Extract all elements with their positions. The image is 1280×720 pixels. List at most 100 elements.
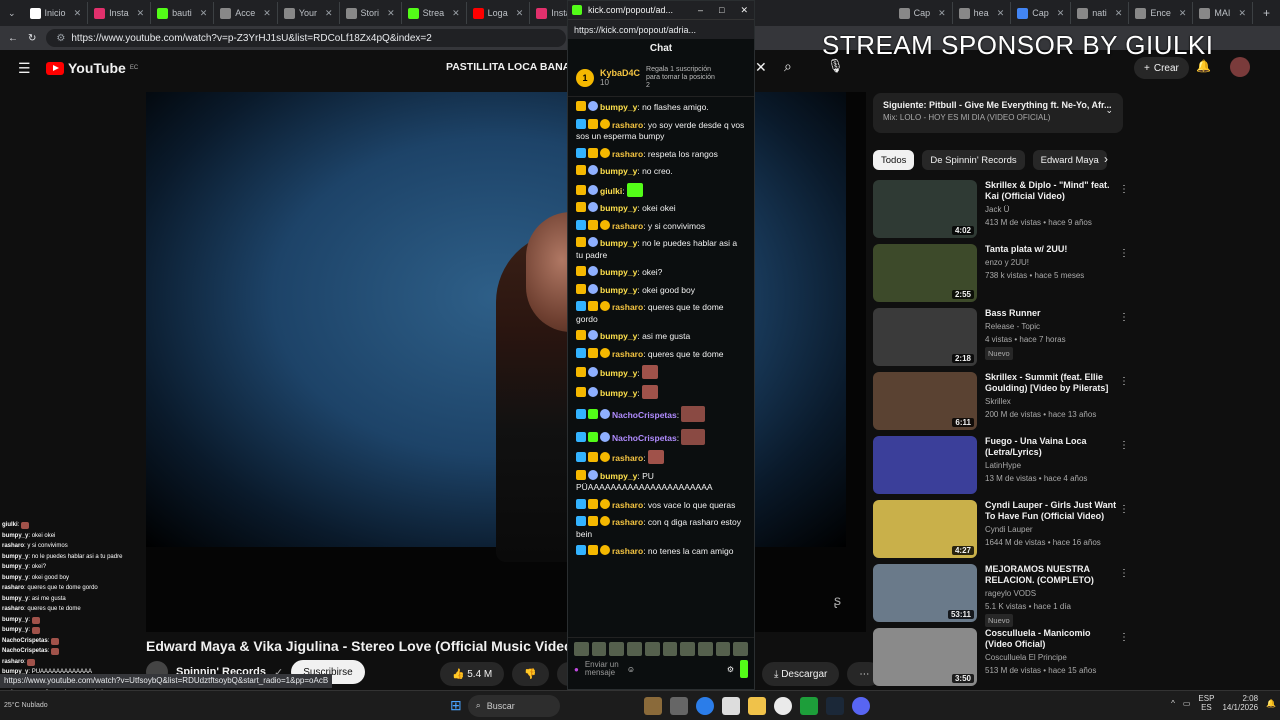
recommendation-item[interactable]: 6:11 Skrillex - Summit (feat. Ellie Gould…: [873, 372, 1133, 436]
tab-close-icon[interactable]: ✕: [137, 8, 145, 19]
emote-icon[interactable]: [733, 642, 749, 656]
more-options-icon[interactable]: ⋮: [1119, 504, 1129, 515]
chat-username[interactable]: bumpy_y: [600, 203, 637, 213]
tab-close-icon[interactable]: ✕: [1238, 8, 1246, 19]
video-thumbnail[interactable]: 6:11: [873, 372, 977, 430]
send-button[interactable]: [740, 660, 748, 678]
minimize-icon[interactable]: –: [692, 5, 709, 15]
browser-tab[interactable]: Strea ✕: [402, 2, 467, 24]
back-icon[interactable]: ←: [8, 33, 18, 44]
emote-icon[interactable]: [644, 642, 660, 656]
emote-icon[interactable]: [627, 642, 642, 656]
network-icon[interactable]: ▭: [1183, 699, 1191, 708]
widgets-icon[interactable]: [643, 696, 662, 715]
clear-search-icon[interactable]: ✕: [755, 59, 767, 76]
emote-icon[interactable]: [715, 642, 731, 656]
up-next-card[interactable]: Siguiente: Pitbull - Give Me Everything …: [873, 93, 1123, 133]
sub-gift-promo[interactable]: 1 KybaD4C 10 Regala 1 suscripción para t…: [568, 59, 754, 97]
weather-widget[interactable]: 25°C Nublado: [0, 702, 50, 709]
chat-username[interactable]: bumpy_y: [600, 238, 637, 248]
tab-close-icon[interactable]: ✕: [74, 8, 82, 19]
kick-url-bar[interactable]: https://kick.com/popout/adria...: [568, 19, 754, 39]
site-info-icon[interactable]: ⚙: [56, 33, 65, 44]
browser-tab[interactable]: Insta ✕: [88, 2, 152, 24]
chevron-right-icon[interactable]: ›: [1104, 152, 1108, 166]
emote-icon[interactable]: [680, 642, 695, 656]
tab-close-icon[interactable]: ✕: [997, 8, 1005, 19]
chat-username[interactable]: rasharo: [612, 349, 643, 359]
browser-tab[interactable]: Ence ✕: [1129, 2, 1194, 24]
chat-username[interactable]: bumpy_y: [600, 267, 637, 277]
filter-chip[interactable]: Edward Maya: [1032, 150, 1107, 170]
browser-tab[interactable]: Loga ✕: [467, 2, 531, 24]
recommendation-item[interactable]: 2:55 Tanta plata w/ 2UU! enzo y 2UU! 738 k …: [873, 244, 1133, 308]
tab-close-icon[interactable]: ✕: [1179, 8, 1187, 19]
microphone-icon[interactable]: ●: [574, 665, 579, 674]
video-thumbnail[interactable]: 2:55: [873, 244, 977, 302]
steam-icon[interactable]: [825, 696, 844, 715]
video-thumbnail[interactable]: 53:11: [873, 564, 977, 622]
video-thumbnail[interactable]: 4:27: [873, 500, 977, 558]
terminal-icon[interactable]: [799, 696, 818, 715]
chat-username[interactable]: rasharo: [612, 120, 643, 130]
chevron-down-icon[interactable]: ⌄: [1105, 105, 1113, 116]
video-thumbnail[interactable]: [873, 436, 977, 494]
task-view-icon[interactable]: [669, 696, 688, 715]
video-thumbnail[interactable]: 2:18: [873, 308, 977, 366]
browser-tab[interactable]: bauti ✕: [151, 2, 215, 24]
browser-tab[interactable]: nati ✕: [1071, 2, 1130, 24]
recommendation-item[interactable]: Fuego - Una Vaina Loca (Letra/Lyrics) Lat…: [873, 436, 1133, 500]
chat-username[interactable]: bumpy_y: [600, 166, 637, 176]
browser-tab[interactable]: Inicio ✕: [24, 2, 89, 24]
windows-start-icon[interactable]: ⊞: [450, 697, 462, 714]
chat-username[interactable]: bumpy_y: [600, 102, 637, 112]
discord-icon[interactable]: [851, 696, 870, 715]
tab-close-icon[interactable]: ✕: [452, 8, 460, 19]
chat-username[interactable]: rasharo: [612, 500, 643, 510]
tab-close-icon[interactable]: ✕: [387, 8, 395, 19]
more-options-icon[interactable]: ⋮: [1119, 568, 1129, 579]
settings-icon[interactable]: ⚙: [727, 665, 734, 674]
emote-icon[interactable]: [591, 642, 607, 656]
url-field[interactable]: ⚙ https://www.youtube.com/watch?v=p-Z3Yr…: [46, 29, 567, 47]
more-options-icon[interactable]: ⋮: [1119, 312, 1129, 323]
chat-username[interactable]: bumpy_y: [600, 285, 637, 295]
chat-username[interactable]: rasharo: [612, 149, 643, 159]
chat-username[interactable]: giulki: [600, 186, 622, 196]
browser-tab[interactable]: Cap ✕: [1011, 2, 1072, 24]
file-explorer-icon[interactable]: [747, 696, 766, 715]
menu-icon[interactable]: ☰: [18, 60, 31, 77]
chat-input[interactable]: Enviar un mensaje: [585, 661, 621, 677]
recommendation-item[interactable]: 53:11 MEJORAMOS NUESTRA RELACION. (COMPLE…: [873, 564, 1133, 628]
tab-close-icon[interactable]: ✕: [263, 8, 271, 19]
filter-chip[interactable]: Todos: [873, 150, 915, 170]
chat-username[interactable]: bumpy_y: [600, 388, 637, 398]
chat-username[interactable]: bumpy_y: [600, 368, 637, 378]
browser-tab[interactable]: Your ✕: [278, 2, 340, 24]
tab-menu-icon[interactable]: ⌄: [0, 8, 24, 19]
chrome-icon[interactable]: [773, 696, 792, 715]
more-options-icon[interactable]: ⋮: [1119, 184, 1129, 195]
emote-icon[interactable]: [574, 642, 589, 656]
chat-username[interactable]: bumpy_y: [600, 331, 637, 341]
tab-close-icon[interactable]: ✕: [938, 8, 946, 19]
emote-icon[interactable]: [662, 642, 678, 656]
chat-username[interactable]: rasharo: [612, 302, 643, 312]
chat-username[interactable]: NachoCrispetas: [612, 410, 677, 420]
video-player[interactable]: ʂ: [146, 92, 866, 632]
edge-icon[interactable]: [695, 696, 714, 715]
search-input[interactable]: PASTILLITA LOCA BANA: [446, 61, 570, 73]
tab-close-icon[interactable]: ✕: [1057, 8, 1065, 19]
clock[interactable]: 2:08 14/1/2026: [1222, 694, 1258, 712]
maximize-icon[interactable]: □: [713, 5, 730, 15]
recommendation-item[interactable]: 4:02 Skrillex & Diplo - "Mind" feat. Kai …: [873, 180, 1133, 244]
tab-close-icon[interactable]: ✕: [516, 8, 524, 19]
more-options-icon[interactable]: ⋮: [1119, 248, 1129, 259]
browser-tab[interactable]: Acce ✕: [214, 2, 278, 24]
chat-username[interactable]: rasharo: [612, 546, 643, 556]
chat-username[interactable]: rasharo: [612, 453, 643, 463]
video-thumbnail[interactable]: 3:50: [873, 628, 977, 686]
tab-close-icon[interactable]: ✕: [325, 8, 333, 19]
tray-chevron-icon[interactable]: ^: [1171, 699, 1175, 708]
browser-tab[interactable]: Stori ✕: [340, 2, 402, 24]
